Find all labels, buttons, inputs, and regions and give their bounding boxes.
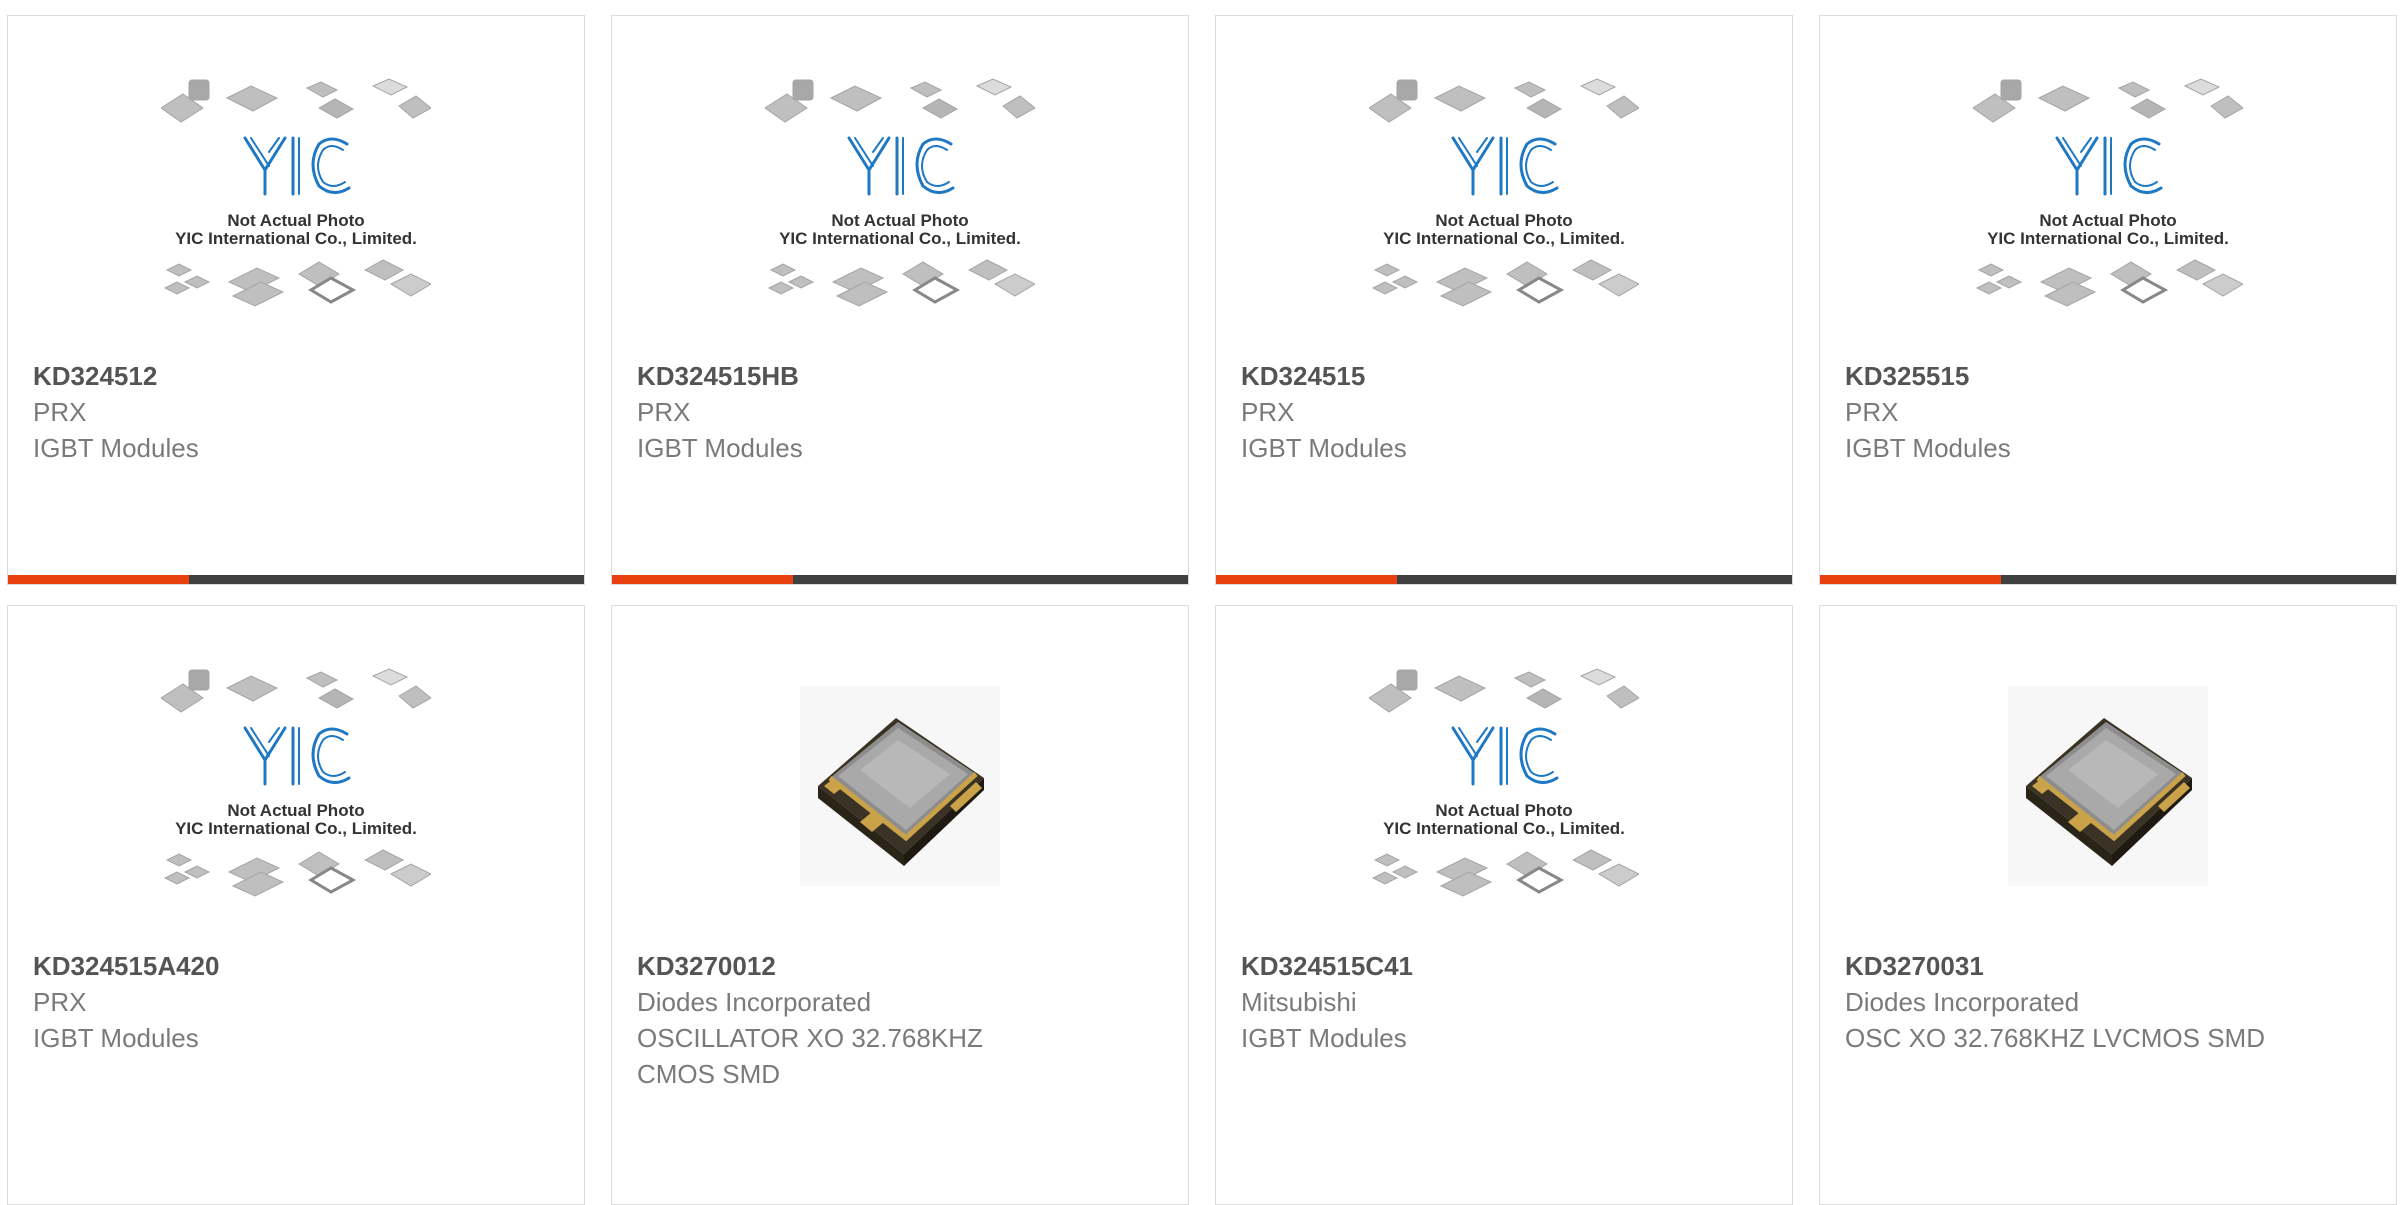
product-image[interactable] <box>1820 686 2396 886</box>
product-info: KD324515A420 PRX IGBT Modules <box>33 948 563 1056</box>
placeholder-icon: Not Actual Photo YIC International Co., … <box>1369 78 1639 307</box>
placeholder-caption-line2: YIC International Co., Limited. <box>175 819 417 838</box>
placeholder-caption-line1: Not Actual Photo <box>831 211 968 230</box>
manufacturer-label: Diodes Incorporated <box>637 987 872 1017</box>
product-image[interactable]: Not Actual Photo YIC International Co., … <box>1216 78 1792 307</box>
crystal-oscillator-icon <box>800 686 1000 886</box>
placeholder-icon: Not Actual Photo YIC International Co., … <box>161 78 431 307</box>
category-label: OSCILLATOR XO 32.768KHZ CMOS SMD <box>637 1023 983 1089</box>
product-image[interactable]: Not Actual Photo YIC International Co., … <box>8 78 584 307</box>
manufacturer-label: PRX <box>33 987 87 1017</box>
product-card[interactable]: Not Actual Photo YIC International Co., … <box>7 15 585 585</box>
part-number-link[interactable]: KD325515 <box>1845 358 2375 394</box>
product-info: KD3270031 Diodes Incorporated OSC XO 32.76… <box>1845 948 2375 1056</box>
placeholder-caption-line1: Not Actual Photo <box>1435 801 1572 820</box>
placeholder-caption-line2: YIC International Co., Limited. <box>1383 819 1625 838</box>
product-image[interactable]: Not Actual Photo YIC International Co., … <box>8 668 584 897</box>
placeholder-caption-line2: YIC International Co., Limited. <box>175 229 417 248</box>
category-label: IGBT Modules <box>1241 433 1407 463</box>
manufacturer-label: PRX <box>1845 397 1899 427</box>
card-bottom-accent <box>1820 575 2001 584</box>
placeholder-caption-line1: Not Actual Photo <box>227 211 364 230</box>
product-info: KD324515C41 Mitsubishi IGBT Modules <box>1241 948 1771 1056</box>
product-info: KD324515HB PRX IGBT Modules <box>637 358 1167 466</box>
part-number-link[interactable]: KD324515 <box>1241 358 1771 394</box>
product-grid: Not Actual Photo YIC International Co., … <box>0 0 2400 1205</box>
product-info: KD324515 PRX IGBT Modules <box>1241 358 1771 466</box>
category-label: OSC XO 32.768KHZ LVCMOS SMD <box>1845 1023 2265 1053</box>
placeholder-caption-line1: Not Actual Photo <box>227 801 364 820</box>
card-bottom-bar <box>1820 575 2396 584</box>
placeholder-caption-line2: YIC International Co., Limited. <box>779 229 1021 248</box>
card-bottom-bar <box>8 575 584 584</box>
category-label: IGBT Modules <box>33 1023 199 1053</box>
placeholder-caption-line1: Not Actual Photo <box>2039 211 2176 230</box>
card-bottom-accent <box>1216 575 1397 584</box>
product-info: KD325515 PRX IGBT Modules <box>1845 358 2375 466</box>
category-label: IGBT Modules <box>1845 433 2011 463</box>
product-card[interactable]: KD3270031 Diodes Incorporated OSC XO 32.76… <box>1819 605 2397 1205</box>
placeholder-caption-line2: YIC International Co., Limited. <box>1987 229 2229 248</box>
product-card[interactable]: Not Actual Photo YIC International Co., … <box>611 15 1189 585</box>
part-number-link[interactable]: KD3270012 <box>637 948 1167 984</box>
product-info: KD324512 PRX IGBT Modules <box>33 358 563 466</box>
placeholder-icon: Not Actual Photo YIC International Co., … <box>1369 668 1639 897</box>
category-label: IGBT Modules <box>1241 1023 1407 1053</box>
card-bottom-accent <box>612 575 793 584</box>
product-card[interactable]: Not Actual Photo YIC International Co., … <box>7 605 585 1205</box>
card-bottom-bar <box>612 575 1188 584</box>
product-image[interactable] <box>612 686 1188 886</box>
placeholder-icon: Not Actual Photo YIC International Co., … <box>1973 78 2243 307</box>
product-image[interactable]: Not Actual Photo YIC International Co., … <box>1216 668 1792 897</box>
product-image[interactable]: Not Actual Photo YIC International Co., … <box>1820 78 2396 307</box>
part-number-link[interactable]: KD324512 <box>33 358 563 394</box>
placeholder-caption-line1: Not Actual Photo <box>1435 211 1572 230</box>
card-bottom-accent <box>8 575 189 584</box>
placeholder-icon: Not Actual Photo YIC International Co., … <box>765 78 1035 307</box>
product-card[interactable]: Not Actual Photo YIC International Co., … <box>1215 15 1793 585</box>
manufacturer-label: Mitsubishi <box>1241 987 1357 1017</box>
manufacturer-label: PRX <box>33 397 87 427</box>
part-number-link[interactable]: KD324515C41 <box>1241 948 1771 984</box>
part-number-link[interactable]: KD324515A420 <box>33 948 563 984</box>
placeholder-icon: Not Actual Photo YIC International Co., … <box>161 668 431 897</box>
manufacturer-label: PRX <box>637 397 691 427</box>
product-card[interactable]: Not Actual Photo YIC International Co., … <box>1215 605 1793 1205</box>
card-bottom-bar <box>1216 575 1792 584</box>
product-card[interactable]: KD3270012 Diodes Incorporated OSCILLATOR X… <box>611 605 1189 1205</box>
product-info: KD3270012 Diodes Incorporated OSCILLATOR X… <box>637 948 1167 1092</box>
manufacturer-label: Diodes Incorporated <box>1845 987 2080 1017</box>
product-image[interactable]: Not Actual Photo YIC International Co., … <box>612 78 1188 307</box>
crystal-oscillator-icon <box>2008 686 2208 886</box>
product-card[interactable]: Not Actual Photo YIC International Co., … <box>1819 15 2397 585</box>
part-number-link[interactable]: KD3270031 <box>1845 948 2375 984</box>
category-label: IGBT Modules <box>637 433 803 463</box>
part-number-link[interactable]: KD324515HB <box>637 358 1167 394</box>
placeholder-caption-line2: YIC International Co., Limited. <box>1383 229 1625 248</box>
manufacturer-label: PRX <box>1241 397 1295 427</box>
category-label: IGBT Modules <box>33 433 199 463</box>
